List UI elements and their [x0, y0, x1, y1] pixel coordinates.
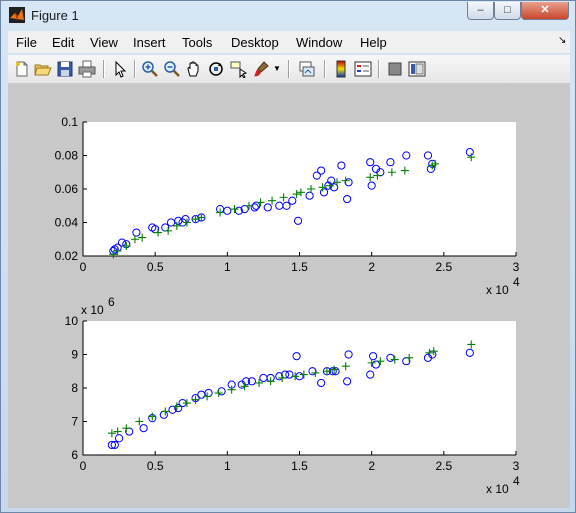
- y-tick-label: 7: [71, 415, 78, 429]
- y-tick-label: 8: [71, 381, 78, 395]
- figure-window: Figure 1 – □ ✕ File Edit View Insert Too…: [0, 0, 576, 513]
- toolbar-separator: [324, 60, 326, 78]
- y-tick-label: 0.08: [55, 149, 79, 163]
- close-button[interactable]: ✕: [521, 2, 569, 20]
- y-multiplier-exponent: 6: [108, 295, 115, 309]
- print-icon[interactable]: [78, 60, 96, 78]
- figure-toolbar: ▼: [8, 55, 570, 84]
- maximize-button[interactable]: □: [494, 2, 521, 20]
- pan-icon[interactable]: [185, 60, 203, 78]
- y-multiplier-label: x 10: [81, 303, 104, 317]
- x-tick-label: 2: [368, 459, 375, 473]
- y-tick-label: 0.04: [55, 216, 79, 230]
- x-tick-label: 1.5: [291, 260, 308, 274]
- menu-file[interactable]: File: [16, 35, 37, 50]
- title-bar[interactable]: Figure 1 – □ ✕: [1, 1, 575, 29]
- zoom-out-icon[interactable]: [163, 60, 181, 78]
- zoom-in-icon[interactable]: [141, 60, 159, 78]
- x-multiplier-label: x 10: [486, 482, 509, 496]
- menu-insert[interactable]: Insert: [133, 35, 166, 50]
- menu-dock-arrow-icon[interactable]: ↘: [558, 35, 566, 46]
- menu-help[interactable]: Help: [360, 35, 387, 50]
- colorbar-icon[interactable]: [332, 60, 350, 78]
- figure-plot-area: 0 0.5 1 1.5 2 2.5 3 0.02 0.04 0.06 0.08 0.1 x 10 4 0 0.…: [55, 115, 520, 496]
- x-multiplier-exponent: 4: [513, 474, 520, 488]
- new-figure-icon[interactable]: [13, 60, 31, 78]
- x-multiplier-exponent: 4: [513, 275, 520, 289]
- y-tick-label: 10: [65, 314, 79, 328]
- window-title: Figure 1: [31, 8, 79, 23]
- legend-icon[interactable]: [354, 60, 372, 78]
- x-tick-label: 2: [368, 260, 375, 274]
- edit-plot-icon[interactable]: [111, 60, 129, 78]
- link-plot-icon[interactable]: [298, 60, 316, 78]
- menu-window[interactable]: Window: [296, 35, 342, 50]
- x-tick-label: 0.5: [147, 459, 164, 473]
- x-tick-label: 0: [80, 260, 87, 274]
- axes-background: [83, 122, 516, 256]
- menu-bar: File Edit View Insert Tools Desktop Wind…: [8, 31, 570, 53]
- open-file-icon[interactable]: [34, 60, 52, 78]
- toolbar-separator: [378, 60, 380, 78]
- minimize-button[interactable]: –: [467, 2, 494, 20]
- x-tick-label: 2.5: [435, 459, 452, 473]
- brush-dropdown-icon[interactable]: ▼: [273, 60, 283, 78]
- x-tick-label: 3: [513, 459, 520, 473]
- x-tick-label: 1: [224, 260, 231, 274]
- menu-tools[interactable]: Tools: [182, 35, 212, 50]
- toolbar-separator: [134, 60, 136, 78]
- x-tick-label: 2.5: [435, 260, 452, 274]
- menu-edit[interactable]: Edit: [52, 35, 74, 50]
- x-tick-label: 1.5: [291, 459, 308, 473]
- rotate-3d-icon[interactable]: [207, 60, 225, 78]
- show-plot-tools-icon[interactable]: [408, 60, 426, 78]
- menu-desktop[interactable]: Desktop: [231, 35, 279, 50]
- x-multiplier-label: x 10: [486, 283, 509, 297]
- y-tick-label: 9: [71, 348, 78, 362]
- axes-background: [83, 321, 516, 455]
- y-tick-label: 0.1: [61, 115, 78, 129]
- figure-canvas: 0 0.5 1 1.5 2 2.5 3 0.02 0.04 0.06 0.08 0.1 x 10 4 0 0.…: [8, 84, 570, 508]
- menu-view[interactable]: View: [90, 35, 118, 50]
- x-tick-label: 0: [80, 459, 87, 473]
- x-tick-label: 1: [224, 459, 231, 473]
- y-tick-label: 0.02: [55, 249, 79, 263]
- y-tick-label: 6: [71, 448, 78, 462]
- x-tick-label: 3: [513, 260, 520, 274]
- hide-plot-tools-icon[interactable]: [386, 60, 404, 78]
- brush-icon[interactable]: [252, 60, 270, 78]
- matlab-logo-icon: [9, 7, 25, 23]
- toolbar-separator: [103, 60, 105, 78]
- toolbar-separator: [288, 60, 290, 78]
- save-icon[interactable]: [56, 60, 74, 78]
- data-cursor-icon[interactable]: [229, 60, 247, 78]
- x-tick-label: 0.5: [147, 260, 164, 274]
- y-tick-label: 0.06: [55, 182, 79, 196]
